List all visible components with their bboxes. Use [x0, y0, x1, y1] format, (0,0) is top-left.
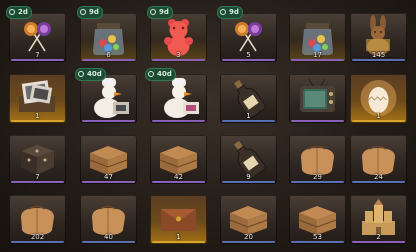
timer-text: 9d: [89, 8, 99, 16]
item-quantity: 3: [176, 51, 181, 59]
inventory-slot[interactable]: 2: [350, 195, 407, 244]
inventory-slot[interactable]: 6: [80, 13, 137, 62]
inventory-slot[interactable]: 1: [220, 74, 277, 123]
timer-badge: 2d: [6, 6, 32, 19]
item-quantity: 145: [371, 51, 386, 59]
timer-text: 40d: [157, 70, 172, 78]
item-quantity: 1: [376, 112, 381, 120]
item-quantity: 9: [246, 173, 251, 181]
timer-text: 9d: [229, 8, 239, 16]
inventory-slot[interactable]: 47: [80, 135, 137, 184]
item-quantity: 1: [35, 112, 40, 120]
inventory-slot[interactable]: 3: [150, 13, 207, 62]
item-quantity: 6: [106, 51, 111, 59]
inventory-slot[interactable]: 145: [350, 13, 407, 62]
item-quantity: 5: [246, 51, 251, 59]
inventory-slot[interactable]: 5: [220, 13, 277, 62]
timer-badge: 40d: [145, 68, 176, 81]
inventory-slot[interactable]: [80, 74, 137, 123]
timer-badge: 9d: [217, 6, 243, 19]
item-quantity: 29: [313, 173, 322, 181]
item-quantity: 47: [104, 173, 113, 181]
inventory-slot[interactable]: 1: [9, 74, 66, 123]
clock-icon: [148, 71, 154, 77]
inventory-slot[interactable]: 202: [9, 195, 66, 244]
inventory-slot[interactable]: 1: [150, 195, 207, 244]
inventory-slot[interactable]: 24: [350, 135, 407, 184]
inventory-slot[interactable]: 9: [220, 135, 277, 184]
timer-text: 40d: [87, 70, 102, 78]
item-quantity: 42: [174, 173, 183, 181]
inventory-slot[interactable]: 40: [80, 195, 137, 244]
clock-icon: [9, 9, 15, 15]
inventory-slot[interactable]: 17: [289, 13, 346, 62]
timer-text: 2d: [18, 8, 28, 16]
inventory-slot[interactable]: [289, 74, 346, 123]
inventory-slot[interactable]: 29: [289, 135, 346, 184]
clock-icon: [150, 9, 156, 15]
inventory-slot[interactable]: 7: [9, 135, 66, 184]
timer-text: 9d: [159, 8, 169, 16]
item-quantity: 53: [313, 233, 322, 241]
inventory-slot[interactable]: 53: [289, 195, 346, 244]
item-quantity: [150, 112, 207, 121]
inventory-slot[interactable]: 20: [220, 195, 277, 244]
item-quantity: 7: [35, 51, 40, 59]
clock-icon: [80, 9, 86, 15]
item-quantity: 17: [313, 51, 322, 59]
inventory-slot[interactable]: 42: [150, 135, 207, 184]
item-quantity: 20: [244, 233, 253, 241]
timer-badge: 9d: [77, 6, 103, 19]
item-quantity: 7: [35, 173, 40, 181]
inventory-slot[interactable]: [150, 74, 207, 123]
item-quantity: 202: [30, 233, 45, 241]
inventory-slot[interactable]: 7: [9, 13, 66, 62]
timer-badge: 9d: [147, 6, 173, 19]
item-quantity: 40: [104, 233, 113, 241]
inventory-grid: 7 6 3 5 17 145 1 1 1 7 47 42 9 29 24 202…: [0, 0, 416, 252]
item-quantity: 1: [176, 233, 181, 241]
clock-icon: [78, 71, 84, 77]
item-quantity: [80, 112, 137, 121]
timer-badge: 40d: [75, 68, 106, 81]
item-quantity: 1: [246, 112, 251, 120]
item-quantity: 24: [374, 173, 383, 181]
clock-icon: [220, 9, 226, 15]
item-quantity: [289, 112, 346, 121]
inventory-slot[interactable]: 1: [350, 74, 407, 123]
item-quantity: 2: [376, 233, 381, 241]
